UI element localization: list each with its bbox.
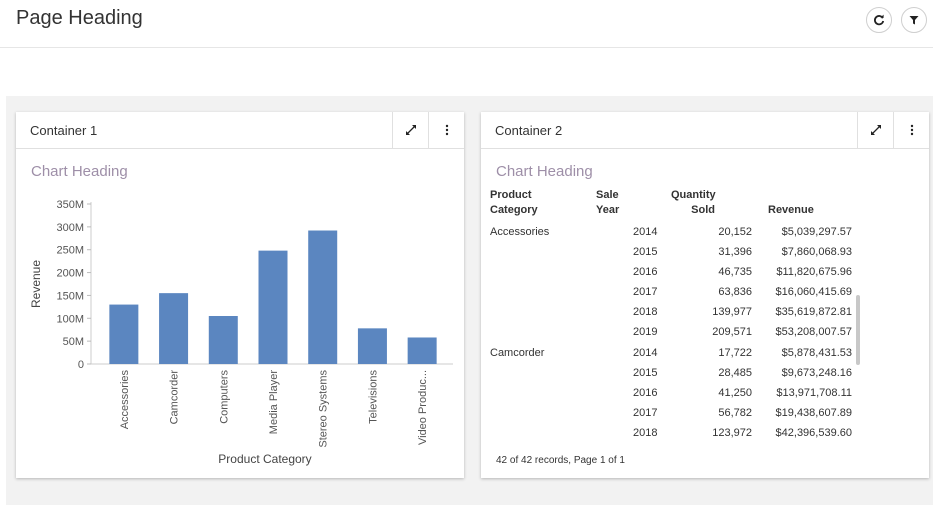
y-tick-label: 100M <box>56 313 84 325</box>
table-row[interactable]: Camcorder 2014 17,722 $5,878,431.53 <box>490 343 860 363</box>
bar-stereo-systems[interactable] <box>308 230 338 364</box>
cell-year: 2017 <box>633 406 658 419</box>
container-2: Container 2 Chart Heading Product Catego… <box>481 112 929 478</box>
table-body: Accessories 2014 20,152 $5,039,297.57 2015 31… <box>490 222 860 448</box>
cell-revenue: $7,860,068.93 <box>781 246 852 259</box>
y-tick-label: 200M <box>56 268 84 280</box>
y-axis-title: Revenue <box>29 260 43 308</box>
data-table: Product Category Sale Year Quantity Sold… <box>490 188 860 448</box>
table-row[interactable]: 2019 209,571 $53,208,007.57 <box>490 322 860 342</box>
container-header: Container 2 <box>481 112 929 149</box>
cell-quantity: 56,782 <box>718 406 752 419</box>
bar-chart: 350M 300M 250M 200M 150M 100M 50M 0 Accessories… <box>29 199 453 466</box>
cell-revenue: $53,208,007.57 <box>775 326 852 339</box>
x-axis-title: Product Category <box>218 452 311 466</box>
x-tick-label: Televisions <box>367 370 379 424</box>
cell-year: 2018 <box>633 426 658 439</box>
cell-revenue: $42,396,539.60 <box>775 426 852 439</box>
refresh-button[interactable] <box>866 7 892 33</box>
bar-televisions[interactable] <box>357 328 387 364</box>
cell-revenue: $63,107,166.95 <box>760 443 852 448</box>
cell-category: Camcorder <box>490 346 545 359</box>
cell-year: 2017 <box>633 286 658 299</box>
container-1: Container 1 Chart Heading 350M 300M 250M 20… <box>16 112 464 478</box>
x-tick-label: Media Player <box>268 370 280 435</box>
table-row[interactable]: 2018 123,972 $42,396,539.60 <box>490 423 860 443</box>
x-tick-label: Camcorder <box>169 370 181 425</box>
page-header: Page Heading <box>0 0 933 48</box>
table-scrollbar[interactable] <box>856 295 860 365</box>
x-tick-label: Accessories <box>119 370 131 430</box>
column-header-category[interactable]: Product Category <box>490 188 538 218</box>
y-tick-label: 250M <box>56 245 84 257</box>
column-header-quantity[interactable]: Quantity Sold <box>671 188 716 218</box>
table-row[interactable]: 2016 46,735 $11,820,675.96 <box>490 262 860 282</box>
bar-camcorder[interactable] <box>159 293 189 364</box>
cell-category: Accessories <box>490 226 550 238</box>
cell-revenue: $5,039,297.57 <box>781 226 852 238</box>
filter-button[interactable] <box>901 7 927 33</box>
column-header-revenue[interactable]: Revenue <box>768 188 814 218</box>
container-title: Container 2 <box>495 123 563 138</box>
chart-heading: Chart Heading <box>496 163 593 180</box>
page-title: Page Heading <box>16 7 143 29</box>
cell-year: 2014 <box>633 346 658 359</box>
table-header: Product Category Sale Year Quantity Sold… <box>490 188 860 218</box>
expand-button[interactable] <box>857 112 893 148</box>
cell-revenue: $13,971,708.11 <box>776 386 852 399</box>
bar-accessories[interactable] <box>109 304 139 364</box>
bar-computers[interactable] <box>208 316 238 364</box>
x-tick-label: Video Produc... <box>417 370 429 445</box>
cell-revenue: $9,673,248.16 <box>781 366 852 379</box>
cell-revenue: $19,438,607.89 <box>775 406 852 419</box>
table-row[interactable]: 2018 139,977 $35,619,872.81 <box>490 302 860 322</box>
cell-quantity: 20,152 <box>718 226 752 238</box>
cell-revenue: $35,619,872.81 <box>775 306 852 319</box>
y-tick-label: 350M <box>56 199 84 211</box>
cell-year: 2019 <box>633 443 657 448</box>
y-tick-label: 50M <box>63 336 84 348</box>
cell-quantity: 123,972 <box>712 426 752 439</box>
cell-quantity: 209,571 <box>712 326 752 339</box>
bar-video-produc[interactable] <box>407 337 437 364</box>
y-tick-label: 0 <box>78 359 84 371</box>
cell-year: 2019 <box>633 326 658 339</box>
table-row[interactable]: 2015 28,485 $9,673,248.16 <box>490 363 860 383</box>
x-tick-label: Stereo Systems <box>318 370 330 448</box>
y-tick-label: 150M <box>56 290 84 302</box>
cell-quantity: 41,250 <box>718 386 752 399</box>
bar-media-player[interactable] <box>258 250 288 364</box>
cell-year: 2015 <box>633 246 658 259</box>
table-row[interactable]: Accessories 2014 20,152 $5,039,297.57 <box>490 222 860 242</box>
y-tick-label: 300M <box>56 222 84 234</box>
table-row[interactable]: 2016 41,250 $13,971,708.11 <box>490 383 860 403</box>
refresh-icon <box>874 14 885 26</box>
column-header-year[interactable]: Sale Year <box>596 188 619 218</box>
x-tick-label: Computers <box>218 370 230 424</box>
table-row[interactable]: 2015 31,396 $7,860,068.93 <box>490 242 860 262</box>
cell-quantity: 46,735 <box>718 266 752 279</box>
cell-year: 2015 <box>633 366 658 379</box>
cell-quantity: 31,396 <box>718 246 752 259</box>
cell-year: 2016 <box>633 266 658 279</box>
cell-year: 2018 <box>633 306 658 319</box>
table-row[interactable]: 2017 63,836 $16,060,415.69 <box>490 282 860 302</box>
cell-quantity: 139,977 <box>712 306 752 319</box>
cell-year: 2016 <box>633 386 658 399</box>
cell-revenue: $5,878,431.53 <box>781 346 852 359</box>
expand-icon <box>870 125 881 135</box>
cell-year: 2014 <box>633 226 658 238</box>
more-vertical-icon <box>910 124 913 136</box>
table-row[interactable]: 2017 56,782 $19,438,607.89 <box>490 403 860 423</box>
cell-quantity: 63,836 <box>718 286 752 299</box>
table-footer: 42 of 42 records, Page 1 of 1 <box>496 455 625 466</box>
cell-revenue: $11,820,675.96 <box>776 266 852 279</box>
filter-icon <box>909 16 919 25</box>
cell-revenue: $16,060,415.69 <box>775 286 852 299</box>
cell-quantity: 28,485 <box>718 366 752 379</box>
cell-quantity: 187,033 <box>672 443 752 448</box>
table-row[interactable]: 2019 187,033 $63,107,166.95 <box>490 443 860 448</box>
cell-quantity: 17,722 <box>718 346 752 359</box>
more-button[interactable] <box>893 112 929 148</box>
